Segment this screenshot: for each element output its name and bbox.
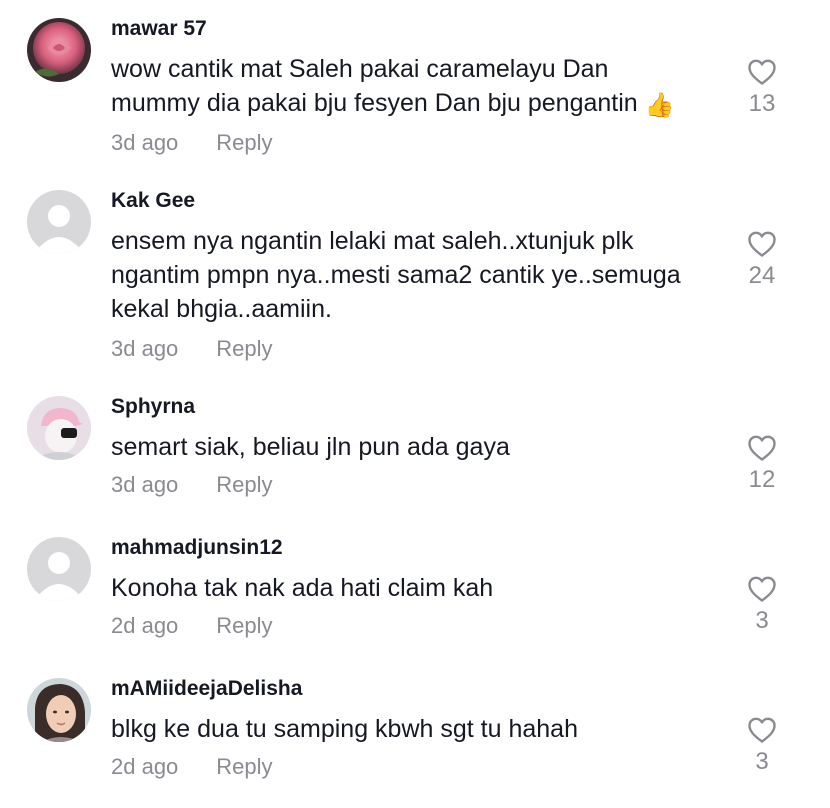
avatar[interactable] [27, 18, 91, 82]
comment-date: 2d ago [111, 613, 179, 638]
thumbs-up-emoji: 👍 [644, 92, 675, 119]
comment-date: 3d ago [111, 336, 179, 361]
like-count: 12 [748, 466, 776, 493]
comment-text: Konoha tak nak ada hati claim kah [111, 574, 494, 602]
comment-meta: 2d ago Reply [111, 613, 273, 639]
like-count: 3 [755, 748, 769, 775]
comment-item: mahmadjunsin12 Konoha tak nak ada hati c… [0, 535, 830, 647]
like-count: 3 [755, 607, 769, 634]
reply-button[interactable]: Reply [216, 336, 272, 362]
comment-meta: 2d ago Reply [111, 754, 273, 780]
avatar[interactable] [27, 190, 91, 254]
comment-date: 2d ago [111, 754, 179, 779]
like-control: 3 [735, 575, 789, 635]
reply-button[interactable]: Reply [216, 613, 272, 639]
like-control: 3 [735, 716, 789, 776]
comment-date: 3d ago [111, 130, 179, 155]
comment-username[interactable]: mawar 57 [111, 16, 207, 42]
heart-icon[interactable] [747, 58, 777, 86]
comment-meta: 3d ago Reply [111, 130, 273, 156]
comment-meta: 3d ago Reply [111, 472, 273, 498]
avatar[interactable] [27, 537, 91, 601]
heart-icon[interactable] [747, 716, 777, 744]
reply-button[interactable]: Reply [216, 754, 272, 780]
avatar[interactable] [27, 678, 91, 742]
reply-button[interactable]: Reply [216, 130, 272, 156]
comment-username[interactable]: Kak Gee [111, 188, 195, 214]
comment-text: wow cantik mat Saleh pakai caramelayu Da… [111, 52, 731, 123]
comment-username[interactable]: Sphyrna [111, 394, 195, 420]
heart-icon[interactable] [747, 575, 777, 603]
like-count: 24 [748, 262, 776, 289]
comment-item: mAMiideejaDelisha blkg ke dua tu samping… [0, 676, 830, 788]
avatar[interactable] [27, 396, 91, 460]
default-user-icon [27, 190, 91, 254]
like-control: 13 [735, 58, 789, 118]
comment-username[interactable]: mahmadjunsin12 [111, 535, 283, 561]
comment-text: ensem nya ngantin lelaki mat saleh..xtun… [111, 227, 681, 323]
like-count: 13 [748, 90, 776, 117]
heart-icon[interactable] [747, 230, 777, 258]
comment-item: Sphyrna semart siak, beliau jln pun ada … [0, 394, 830, 506]
comment-item: mawar 57 wow cantik mat Saleh pakai cara… [0, 16, 830, 168]
like-control: 24 [735, 230, 789, 290]
comment-username[interactable]: mAMiideejaDelisha [111, 676, 302, 702]
comment-text: semart siak, beliau jln pun ada gaya [111, 433, 510, 461]
reply-button[interactable]: Reply [216, 472, 272, 498]
comment-text: blkg ke dua tu samping kbwh sgt tu hahah [111, 715, 578, 743]
heart-icon[interactable] [747, 434, 777, 462]
like-control: 12 [735, 434, 789, 494]
comment-date: 3d ago [111, 472, 179, 497]
comment-text-body: wow cantik mat Saleh pakai caramelayu Da… [111, 55, 638, 117]
comment-item: Kak Gee ensem nya ngantin lelaki mat sal… [0, 188, 830, 370]
default-user-icon [27, 537, 91, 601]
comment-meta: 3d ago Reply [111, 336, 273, 362]
